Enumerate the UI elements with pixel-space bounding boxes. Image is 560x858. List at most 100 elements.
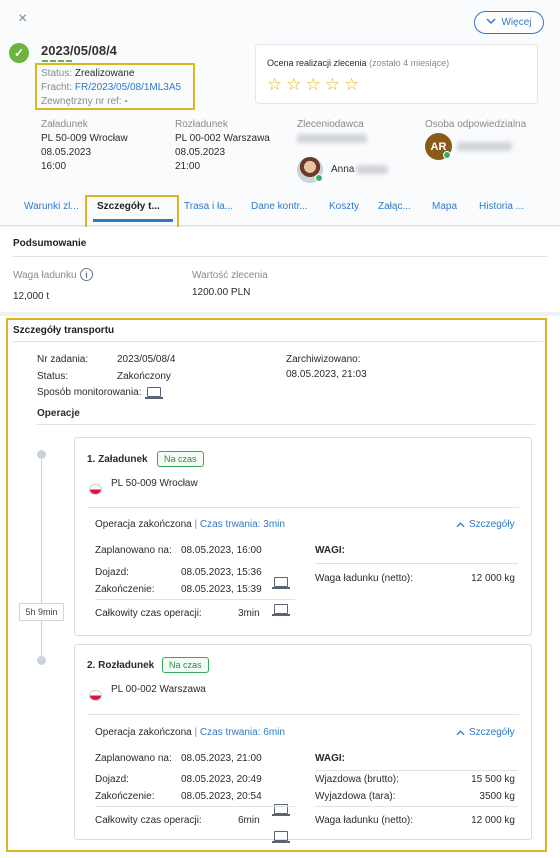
task-no-value: 2023/05/08/4 <box>117 354 176 365</box>
weight-row-label: Wyjazdowa (tara): <box>315 791 396 802</box>
weight-row-label: Wjazdowa (brutto): <box>315 774 399 785</box>
operation-title: 1. Załadunek <box>87 454 148 465</box>
loading-address: PL 50-009 Wrocław <box>41 133 128 144</box>
loading-time: 16:00 <box>41 161 67 172</box>
order-number-underline <box>42 60 72 62</box>
transport-title: Szczegóły transportu <box>13 325 115 336</box>
details-label: Szczegóły <box>469 727 515 738</box>
end-value: 08.05.2023, 15:39 <box>181 584 262 595</box>
details-toggle[interactable]: Szczegóły <box>456 727 515 738</box>
unloading-address: PL 00-002 Warszawa <box>175 133 270 144</box>
unloading-label: Rozładunek <box>175 119 228 130</box>
on-time-badge: Na czas <box>157 451 204 467</box>
poland-flag-icon <box>89 484 102 495</box>
weight-row-value: 12 000 kg <box>471 815 515 826</box>
task-no-label: Nr zadania: <box>37 354 89 365</box>
summary-divider <box>13 256 547 257</box>
status-label: Status: <box>41 68 73 79</box>
status-value: Zrealizowane <box>74 68 135 79</box>
weight-row-label: Waga ładunku (netto): <box>315 815 414 826</box>
archived-value: 08.05.2023, 21:03 <box>286 369 367 380</box>
poland-flag-icon <box>89 690 102 701</box>
unloading-time: 21:00 <box>175 161 201 172</box>
operation-divider <box>87 714 519 715</box>
total-value: 3min <box>238 608 260 619</box>
ext-ref-label: Zewnętrzny nr ref: <box>41 96 122 107</box>
loading-label: Załadunek <box>41 119 88 130</box>
details-label: Szczegóły <box>469 519 515 530</box>
responsible-online-dot <box>443 151 451 159</box>
total-label: Całkowity czas operacji: <box>95 608 202 619</box>
times-divider <box>95 599 295 600</box>
weights-divider <box>315 770 518 771</box>
info-icon[interactable]: i <box>80 268 93 281</box>
chevron-up-icon <box>456 521 465 527</box>
weight-value: 12,000 t <box>13 291 50 302</box>
planned-value: 08.05.2023, 21:00 <box>181 753 262 764</box>
laptop-icon[interactable] <box>145 387 163 399</box>
arrival-value: 08.05.2023, 20:49 <box>181 774 262 785</box>
timeline-line <box>41 455 42 662</box>
freight-label: Fracht: <box>41 82 73 93</box>
more-button[interactable]: Więcej <box>474 11 544 34</box>
end-label: Zakończenie: <box>95 791 155 802</box>
chevron-down-icon <box>486 17 497 28</box>
operation-duration: Czas trwania: 6min <box>199 727 285 738</box>
times-divider <box>95 806 295 807</box>
tab-contractor-data[interactable]: Dane kontr... <box>251 201 308 223</box>
arrival-label: Dojazd: <box>95 774 129 785</box>
ext-ref-row: Zewnętrzny nr ref: - <box>41 96 128 107</box>
operation-completed: Operacja zakończona <box>95 519 192 530</box>
weight-label: Waga ładunku <box>13 270 77 281</box>
tab-attachments[interactable]: Załąc... <box>378 201 411 223</box>
rating-title: Ocena realizacji zlecenia (zostało 4 mie… <box>267 58 449 68</box>
transport-status-value: Zakończony <box>117 371 171 382</box>
timeline-dot-start <box>37 450 46 459</box>
tab-history[interactable]: Historia ... <box>479 201 524 223</box>
completed-check-icon: ✓ <box>9 43 29 63</box>
laptop-icon[interactable] <box>272 604 290 616</box>
weight-row-value: 15 500 kg <box>471 774 515 785</box>
freight-row: Fracht: FR/2023/05/08/1ML3A5 <box>41 82 181 93</box>
close-icon[interactable]: × <box>18 10 27 28</box>
laptop-icon[interactable] <box>272 831 290 843</box>
operation-title: 2. Rozładunek <box>87 660 155 671</box>
order-value: 1200.00 PLN <box>192 287 251 298</box>
planned-label: Zaplanowano na: <box>95 753 172 764</box>
tab-order-terms[interactable]: Warunki zl... <box>24 201 79 223</box>
laptop-icon[interactable] <box>272 577 290 589</box>
weights-divider <box>315 563 518 564</box>
chevron-up-icon <box>456 729 465 735</box>
operations-divider <box>37 424 535 425</box>
end-value: 08.05.2023, 20:54 <box>181 791 262 802</box>
unloading-date: 08.05.2023 <box>175 147 226 158</box>
rating-card <box>255 44 538 104</box>
tab-costs[interactable]: Koszty <box>329 201 359 223</box>
freight-link[interactable]: FR/2023/05/08/1ML3A5 <box>75 82 181 93</box>
responsible-label: Osoba odpowiedzialna <box>425 119 527 130</box>
planned-label: Zaplanowano na: <box>95 545 172 556</box>
total-value: 6min <box>238 815 260 826</box>
details-toggle[interactable]: Szczegóły <box>456 519 515 530</box>
weight-row-value: 3500 kg <box>479 791 515 802</box>
arrival-label: Dojazd: <box>95 567 129 578</box>
order-value-label: Wartość zlecenia <box>192 270 268 281</box>
status-row: Status: Zrealizowane <box>41 68 134 79</box>
weight-row-label: Waga ładunku (netto): <box>315 573 414 584</box>
order-header: × Więcej ✓ 2023/05/08/4 Status: Zrealizo… <box>0 0 560 231</box>
operation-address: PL 00-002 Warszawa <box>111 684 206 695</box>
summary-title: Podsumowanie <box>13 238 87 249</box>
planned-value: 08.05.2023, 16:00 <box>181 545 262 556</box>
active-tab-underline <box>93 219 173 222</box>
principal-company-redacted <box>297 134 367 143</box>
operation-completed: Operacja zakończona <box>95 727 192 738</box>
tab-map[interactable]: Mapa <box>432 201 457 223</box>
rating-stars[interactable]: ☆☆☆☆☆ <box>267 75 363 95</box>
tab-route[interactable]: Trasa i ła... <box>184 201 233 223</box>
loading-date: 08.05.2023 <box>41 147 92 158</box>
duration-between-box: 5h 9min <box>19 603 64 621</box>
principal-surname-redacted <box>356 165 388 174</box>
operations-title: Operacje <box>37 408 80 419</box>
transport-status-label: Status: <box>37 371 69 382</box>
more-button-label: Więcej <box>501 17 532 28</box>
